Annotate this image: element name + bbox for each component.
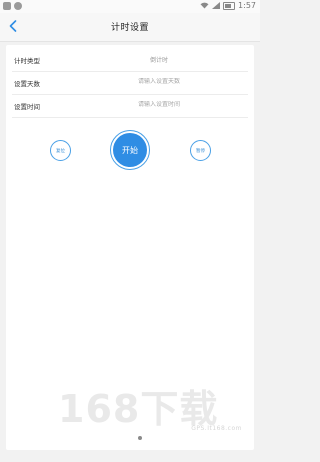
wifi-icon	[200, 2, 209, 9]
set-time-input[interactable]	[70, 101, 248, 108]
form-row-set-time: 设置时间	[12, 95, 248, 118]
status-time: 1:57	[238, 1, 256, 10]
page-title: 计时设置	[110, 23, 149, 33]
watermark: 168下载 GPS.It168.com	[58, 378, 248, 438]
watermark-sub-text: GPS.It168.com	[191, 425, 242, 432]
form-row-set-days: 设置天数	[12, 72, 248, 95]
timer-type-value[interactable]: 倒计时	[70, 55, 248, 64]
set-days-input[interactable]	[70, 78, 248, 85]
start-button-label: 开始	[122, 145, 138, 155]
pause-button-label: 暂停	[196, 148, 205, 154]
reset-button-label: 复位	[56, 148, 65, 154]
start-button[interactable]: 开始	[110, 130, 150, 170]
form-row-timer-type[interactable]: 计时类型 倒计时	[12, 49, 248, 72]
app-notification-icon	[3, 2, 11, 10]
sync-notification-icon	[14, 2, 22, 10]
page-indicator-dot	[138, 436, 142, 440]
status-bar-right: 1:57	[200, 1, 256, 10]
reset-button[interactable]: 复位	[50, 140, 71, 161]
navigation-bar: 计时设置	[0, 13, 260, 42]
status-bar-left-icons	[3, 2, 22, 10]
battery-icon	[223, 1, 236, 10]
timer-type-label: 计时类型	[14, 57, 40, 65]
start-button-fill: 开始	[113, 133, 147, 167]
pause-button[interactable]: 暂停	[190, 140, 211, 161]
signal-icon	[212, 2, 221, 9]
set-time-label: 设置时间	[14, 103, 40, 111]
status-bar: 1:57	[0, 0, 260, 13]
set-days-label: 设置天数	[14, 80, 40, 88]
